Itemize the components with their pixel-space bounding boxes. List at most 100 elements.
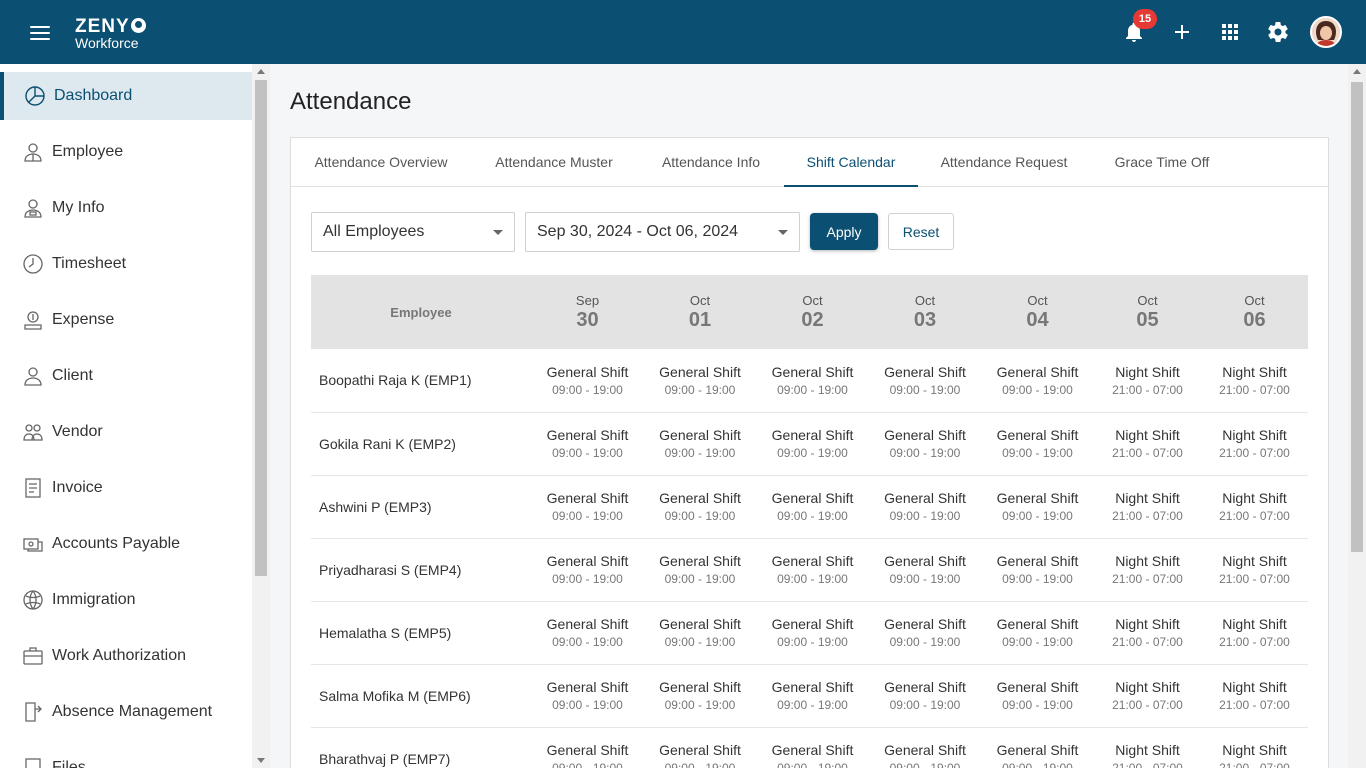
shift-time: 09:00 - 19:00: [889, 698, 961, 712]
tab-attendance-overview[interactable]: Attendance Overview: [309, 138, 453, 187]
date-range-select[interactable]: Sep 30, 2024 - Oct 06, 2024: [525, 212, 800, 252]
shift-cell[interactable]: General Shift 09:00 - 19:00: [531, 727, 644, 768]
shift-cell[interactable]: Night Shift 21:00 - 07:00: [1094, 601, 1201, 665]
shift-cell[interactable]: General Shift 09:00 - 19:00: [756, 664, 869, 728]
employee-select[interactable]: All Employees: [311, 212, 515, 252]
shift-cell[interactable]: General Shift 09:00 - 19:00: [756, 538, 869, 602]
user-avatar[interactable]: [1310, 16, 1342, 48]
day-number: 06: [1243, 308, 1266, 331]
reset-button[interactable]: Reset: [888, 213, 954, 250]
shift-cell[interactable]: General Shift 09:00 - 19:00: [756, 412, 869, 476]
tab-attendance-request[interactable]: Attendance Request: [934, 138, 1074, 187]
apps-grid-icon[interactable]: [1218, 20, 1242, 44]
employee-name[interactable]: Ashwini P (EMP3): [311, 475, 531, 539]
employee-name[interactable]: Hemalatha S (EMP5): [311, 601, 531, 665]
shift-cell[interactable]: General Shift 09:00 - 19:00: [644, 601, 756, 665]
shift-cell[interactable]: Night Shift 21:00 - 07:00: [1201, 475, 1308, 539]
sidebar-item-work-authorization[interactable]: Work Authorization: [0, 632, 252, 680]
tab-attendance-info[interactable]: Attendance Info: [652, 138, 770, 187]
sidebar-item-invoice[interactable]: Invoice: [0, 464, 252, 512]
shift-cell[interactable]: General Shift 09:00 - 19:00: [531, 664, 644, 728]
employee-name[interactable]: Priyadharasi S (EMP4): [311, 538, 531, 602]
shift-cell[interactable]: General Shift 09:00 - 19:00: [869, 349, 981, 413]
shift-cell[interactable]: Night Shift 21:00 - 07:00: [1094, 412, 1201, 476]
shift-cell[interactable]: General Shift 09:00 - 19:00: [644, 412, 756, 476]
scroll-up-icon[interactable]: [257, 69, 265, 74]
shift-cell[interactable]: General Shift 09:00 - 19:00: [981, 727, 1094, 768]
logo[interactable]: ZENY Workforce: [75, 17, 146, 50]
shift-cell[interactable]: General Shift 09:00 - 19:00: [756, 475, 869, 539]
sidebar-item-absence-management[interactable]: Absence Management: [0, 688, 252, 736]
shift-cell[interactable]: General Shift 09:00 - 19:00: [531, 538, 644, 602]
shift-cell[interactable]: Night Shift 21:00 - 07:00: [1201, 601, 1308, 665]
shift-cell[interactable]: General Shift 09:00 - 19:00: [644, 349, 756, 413]
shift-cell[interactable]: General Shift 09:00 - 19:00: [981, 664, 1094, 728]
sidebar-item-client[interactable]: Client: [0, 352, 252, 400]
shift-cell[interactable]: General Shift 09:00 - 19:00: [756, 349, 869, 413]
sidebar-scrollbar[interactable]: [252, 64, 270, 768]
sidebar-item-files[interactable]: Files: [0, 744, 252, 768]
employee-name[interactable]: Boopathi Raja K (EMP1): [311, 349, 531, 413]
employee-name[interactable]: Salma Mofika M (EMP6): [311, 664, 531, 728]
shift-cell[interactable]: General Shift 09:00 - 19:00: [869, 727, 981, 768]
day-number: 03: [913, 308, 937, 331]
shift-cell[interactable]: Night Shift 21:00 - 07:00: [1094, 664, 1201, 728]
shift-cell[interactable]: Night Shift 21:00 - 07:00: [1094, 475, 1201, 539]
shift-cell[interactable]: General Shift 09:00 - 19:00: [869, 475, 981, 539]
shift-cell[interactable]: General Shift 09:00 - 19:00: [644, 475, 756, 539]
shift-cell[interactable]: General Shift 09:00 - 19:00: [981, 601, 1094, 665]
shift-cell[interactable]: General Shift 09:00 - 19:00: [981, 349, 1094, 413]
gear-icon[interactable]: [1266, 20, 1290, 44]
shift-cell[interactable]: General Shift 09:00 - 19:00: [644, 727, 756, 768]
sidebar-item-vendor[interactable]: Vendor: [0, 408, 252, 456]
scrollbar-thumb[interactable]: [255, 80, 267, 576]
shift-cell[interactable]: Night Shift 21:00 - 07:00: [1201, 412, 1308, 476]
scrollbar-thumb[interactable]: [1351, 82, 1363, 552]
shift-cell[interactable]: General Shift 09:00 - 19:00: [869, 538, 981, 602]
scroll-up-icon[interactable]: [1353, 69, 1361, 74]
shift-cell[interactable]: General Shift 09:00 - 19:00: [869, 664, 981, 728]
tab-grace-time-off[interactable]: Grace Time Off: [1107, 138, 1217, 187]
shift-cell[interactable]: General Shift 09:00 - 19:00: [981, 538, 1094, 602]
shift-cell[interactable]: General Shift 09:00 - 19:00: [756, 601, 869, 665]
shift-time: 21:00 - 07:00: [1112, 382, 1183, 397]
shift-cell[interactable]: Night Shift 21:00 - 07:00: [1094, 349, 1201, 413]
sidebar-item-accounts-payable[interactable]: Accounts Payable: [0, 520, 252, 568]
employee-name[interactable]: Gokila Rani K (EMP2): [311, 412, 531, 476]
shift-cell[interactable]: General Shift 09:00 - 19:00: [869, 601, 981, 665]
apply-button[interactable]: Apply: [810, 213, 878, 250]
shift-cell[interactable]: Night Shift 21:00 - 07:00: [1201, 538, 1308, 602]
shift-cell[interactable]: General Shift 09:00 - 19:00: [531, 349, 644, 413]
sidebar-item-immigration[interactable]: Immigration: [0, 576, 252, 624]
sidebar-item-employee[interactable]: Employee: [0, 128, 252, 176]
shift-cell[interactable]: Night Shift 21:00 - 07:00: [1201, 349, 1308, 413]
shift-cell[interactable]: General Shift 09:00 - 19:00: [531, 412, 644, 476]
scroll-down-icon[interactable]: [257, 758, 265, 763]
shift-cell[interactable]: General Shift 09:00 - 19:00: [644, 538, 756, 602]
shift-time: 09:00 - 19:00: [777, 572, 848, 586]
shift-cell[interactable]: General Shift 09:00 - 19:00: [981, 412, 1094, 476]
sidebar-item-expense[interactable]: Expense: [0, 296, 252, 344]
plus-icon[interactable]: [1170, 20, 1194, 44]
menu-toggle-icon[interactable]: [30, 26, 50, 40]
shift-cell[interactable]: General Shift 09:00 - 19:00: [869, 412, 981, 476]
client-icon: [22, 365, 44, 387]
tab-shift-calendar[interactable]: Shift Calendar: [784, 138, 918, 187]
shift-cell[interactable]: Night Shift 21:00 - 07:00: [1094, 538, 1201, 602]
shift-cell[interactable]: General Shift 09:00 - 19:00: [531, 475, 644, 539]
shift-cell[interactable]: Night Shift 21:00 - 07:00: [1201, 664, 1308, 728]
shift-name: General Shift: [546, 742, 629, 758]
main-scrollbar[interactable]: [1348, 64, 1366, 768]
sidebar-item-dashboard[interactable]: Dashboard: [0, 72, 252, 120]
shift-cell[interactable]: General Shift 09:00 - 19:00: [531, 601, 644, 665]
shift-cell[interactable]: Night Shift 21:00 - 07:00: [1201, 727, 1308, 768]
shift-name: General Shift: [771, 363, 854, 380]
employee-name[interactable]: Bharathvaj P (EMP7): [311, 727, 531, 768]
shift-cell[interactable]: General Shift 09:00 - 19:00: [644, 664, 756, 728]
shift-cell[interactable]: Night Shift 21:00 - 07:00: [1094, 727, 1201, 768]
sidebar-item-my-info[interactable]: My Info: [0, 184, 252, 232]
sidebar-item-timesheet[interactable]: Timesheet: [0, 240, 252, 288]
shift-cell[interactable]: General Shift 09:00 - 19:00: [981, 475, 1094, 539]
shift-cell[interactable]: General Shift 09:00 - 19:00: [756, 727, 869, 768]
tab-attendance-muster[interactable]: Attendance Muster: [486, 138, 622, 187]
